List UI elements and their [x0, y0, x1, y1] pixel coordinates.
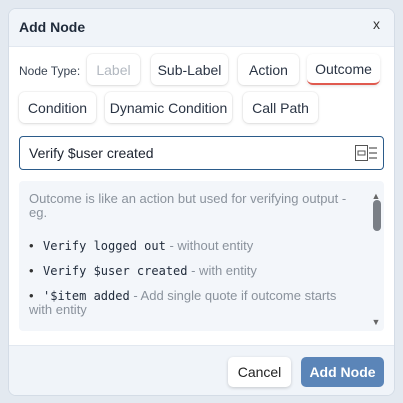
text-format-icon[interactable] — [355, 145, 377, 161]
dialog-footer: Cancel Add Node — [9, 345, 394, 395]
bullet: • — [29, 263, 34, 278]
help-panel: Outcome is like an action but used for v… — [19, 181, 384, 331]
close-icon[interactable]: x — [373, 16, 380, 32]
bullet: • — [29, 238, 34, 253]
add-node-button[interactable]: Add Node — [301, 357, 384, 387]
bullet: • — [29, 288, 34, 303]
help-item: • '$item added - Add single quote if outc… — [29, 289, 359, 317]
chip-call-path[interactable]: Call Path — [243, 92, 318, 123]
chip-label[interactable]: Label — [87, 54, 140, 85]
help-item: • Verify $user created - with entity — [29, 264, 359, 278]
chip-action[interactable]: Action — [238, 54, 299, 85]
dialog-title: Add Node — [19, 19, 86, 35]
scrollbar-thumb[interactable] — [373, 200, 381, 231]
node-type-label: Node Type: — [19, 64, 81, 78]
chip-sub-label[interactable]: Sub-Label — [151, 54, 228, 85]
chip-outcome[interactable]: Outcome — [307, 54, 380, 85]
chip-dynamic-condition[interactable]: Dynamic Condition — [105, 92, 232, 123]
help-intro: Outcome is like an action but used for v… — [29, 191, 347, 220]
cancel-button[interactable]: Cancel — [228, 357, 291, 387]
scroll-down-arrow-icon[interactable]: ▼ — [370, 317, 382, 327]
help-item: • Verify logged out - without entity — [29, 239, 359, 253]
dialog-header: Add Node x — [9, 9, 394, 47]
help-item-code: Verify $user created — [43, 264, 188, 278]
node-text-input[interactable] — [29, 137, 349, 169]
help-item-note: - without entity — [165, 238, 254, 253]
help-item-code: Verify logged out — [43, 239, 166, 253]
help-item-code: '$item added — [43, 289, 130, 303]
add-node-dialog: Add Node x Node Type: Label Sub-Label Ac… — [8, 8, 395, 396]
node-text-field[interactable] — [19, 136, 384, 170]
chip-condition[interactable]: Condition — [19, 92, 96, 123]
help-item-note: - with entity — [187, 263, 257, 278]
